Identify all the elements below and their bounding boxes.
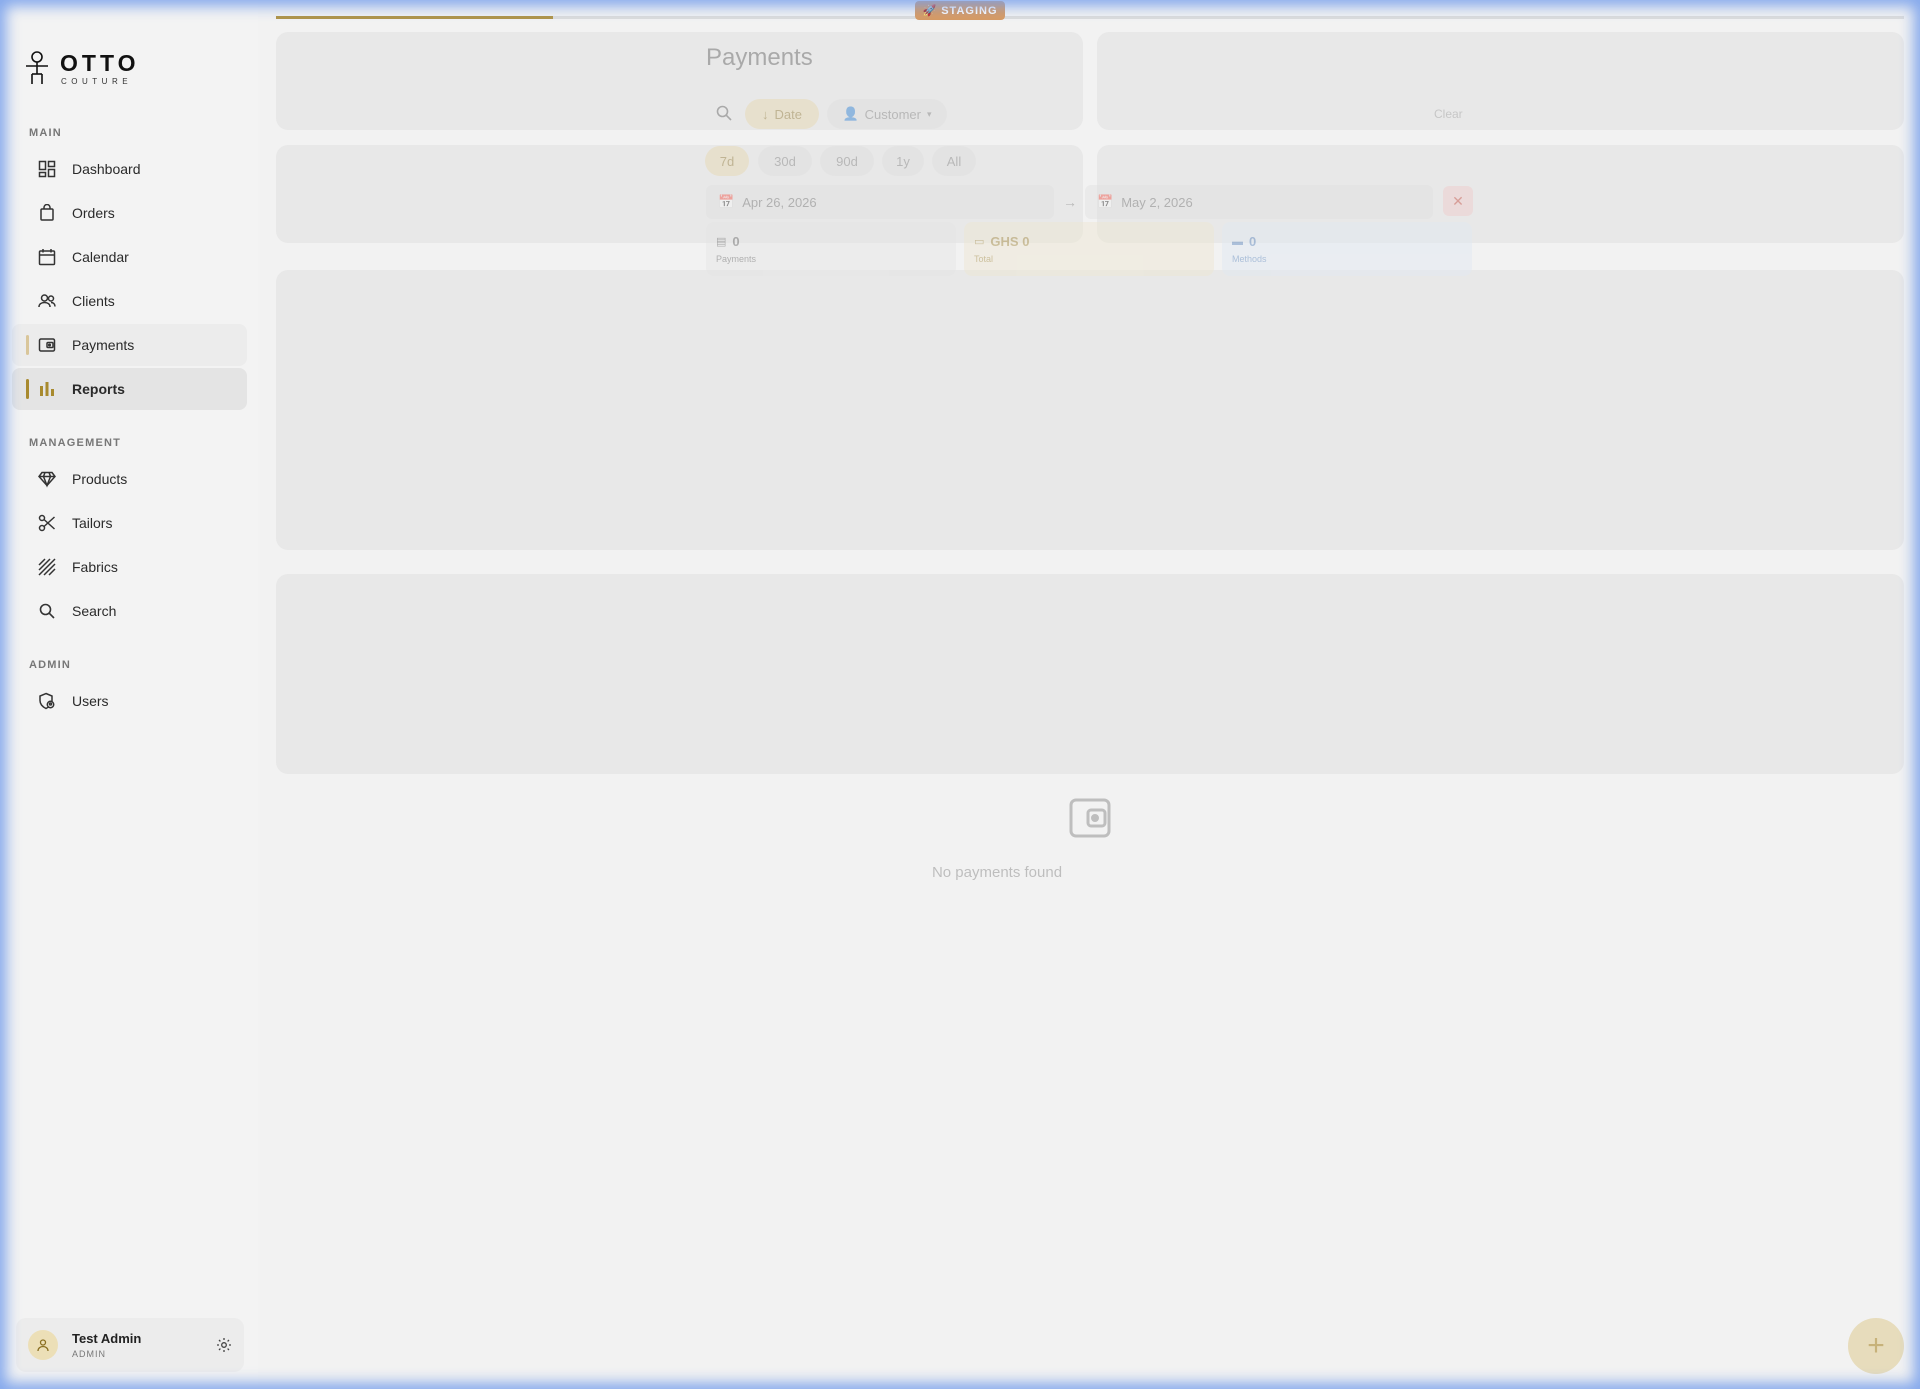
- range-chip-all[interactable]: All: [932, 146, 976, 176]
- customer-filter-chip[interactable]: 👤 Customer ▾: [827, 99, 947, 129]
- stat-total: ▭ GHS 0 Total: [964, 222, 1214, 276]
- close-icon: ✕: [1452, 192, 1464, 209]
- clear-dates-button[interactable]: ✕: [1443, 186, 1473, 216]
- card-icon: ▬: [1232, 235, 1243, 248]
- stat-label: Payments: [716, 254, 757, 264]
- range-chip-1y[interactable]: 1y: [882, 146, 924, 176]
- page-title: Payments: [706, 44, 813, 71]
- payments-view: Payments ↓ Date 👤 Customer ▾ Clear 7d 30…: [0, 0, 1920, 1389]
- arrow-right-icon: →: [1063, 194, 1077, 210]
- wallet-icon: [1069, 798, 1111, 838]
- calendar-icon: 📅: [1097, 194, 1114, 209]
- receipt-icon: ▤: [716, 236, 727, 248]
- range-chip-7d[interactable]: 7d: [705, 146, 749, 176]
- stat-value: GHS 0: [990, 234, 1030, 249]
- clear-filters-link[interactable]: Clear: [1434, 107, 1463, 121]
- empty-state-message: No payments found: [0, 864, 1920, 881]
- arrow-down-icon: ↓: [762, 106, 769, 122]
- date-from-value: Apr 26, 2026: [742, 194, 817, 210]
- stat-value: 0: [1249, 234, 1257, 249]
- cash-icon: ▭: [974, 236, 985, 248]
- date-from-field[interactable]: 📅 Apr 26, 2026: [706, 185, 1054, 219]
- date-to-field[interactable]: 📅 May 2, 2026: [1085, 185, 1433, 219]
- range-chip-30d[interactable]: 30d: [758, 146, 812, 176]
- add-button[interactable]: +: [1848, 1318, 1904, 1374]
- chevron-down-icon: ▾: [927, 108, 932, 119]
- stat-methods: ▬ 0 Methods: [1222, 222, 1472, 276]
- sort-date-chip[interactable]: ↓ Date: [745, 99, 819, 129]
- stat-label: Total: [974, 254, 994, 264]
- range-chip-90d[interactable]: 90d: [820, 146, 874, 176]
- person-icon: 👤: [842, 106, 859, 121]
- calendar-icon: 📅: [718, 194, 735, 209]
- sort-date-label: Date: [774, 106, 802, 122]
- stat-label: Methods: [1232, 254, 1267, 264]
- stat-payments: ▤ 0 Payments: [706, 222, 956, 276]
- empty-state-label: No payments found: [931, 864, 1063, 881]
- search-icon[interactable]: [715, 104, 733, 122]
- customer-filter-label: Customer: [864, 106, 921, 122]
- stat-value: 0: [732, 234, 740, 249]
- plus-icon: +: [1867, 1329, 1885, 1362]
- date-to-value: May 2, 2026: [1121, 194, 1193, 210]
